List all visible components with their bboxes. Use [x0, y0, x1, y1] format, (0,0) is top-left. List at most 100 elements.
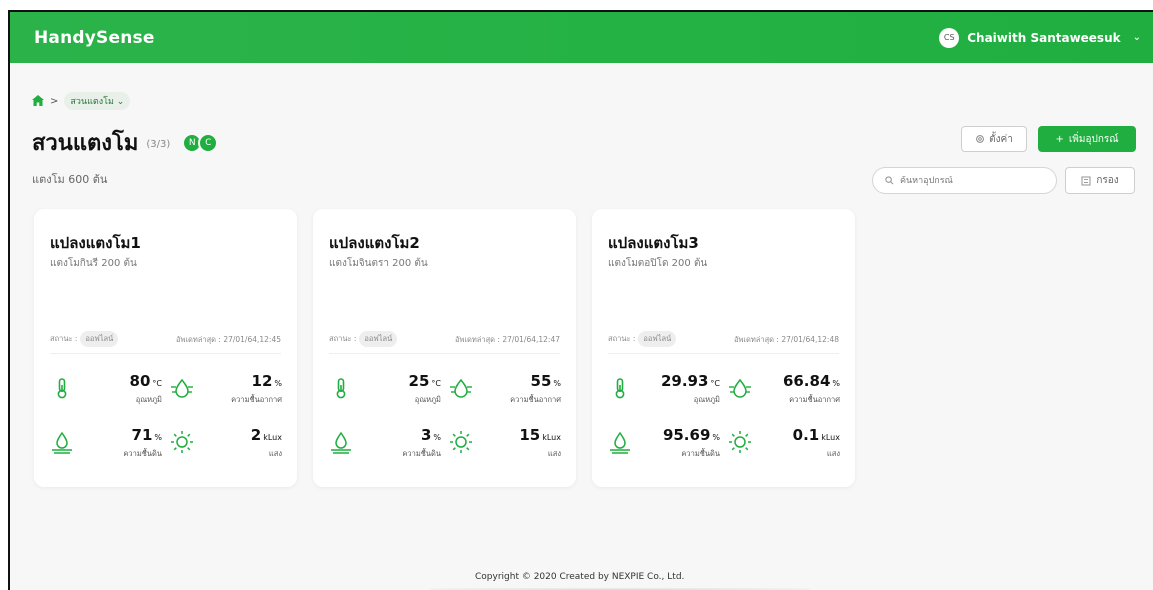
metric-light: 15 kLux แสง [449, 426, 561, 466]
device-status: สถานะ : ออฟไลน์ [329, 331, 398, 347]
air-humidity-unit: % [274, 379, 282, 388]
soil-moisture-unit: % [433, 433, 441, 442]
soil-moisture-value: 71% [132, 426, 162, 444]
light-number: 15 [519, 426, 541, 444]
soil-moisture-label: ความชื้นดิน [402, 449, 441, 458]
device-status: สถานะ : ออฟไลน์ [608, 331, 677, 347]
breadcrumb: > สวนแตงโม ⌄ [32, 92, 131, 110]
home-icon[interactable] [32, 95, 44, 107]
filter-label: กรอง [1096, 175, 1119, 186]
device-card[interactable]: แปลงแตงโม2 แตงโมจินตรา 200 ต้น สถานะ : อ… [313, 209, 576, 487]
device-subtitle: แตงโมตอปิโด 200 ต้น [608, 258, 708, 269]
temperature-value: 29.93 °C [661, 372, 720, 390]
soil-moisture-value: 95.69% [663, 426, 720, 444]
soil-moisture-icon [610, 431, 630, 454]
metric-soil-moisture: 71% ความชื้นดิน [50, 426, 162, 466]
card-divider [329, 353, 560, 354]
metric-temperature: 25 °C อุณหภูมิ [329, 372, 441, 412]
air-humidity-number: 12 [251, 372, 273, 390]
plus-icon: + [1055, 133, 1064, 145]
temperature-label: อุณหภูมิ [414, 395, 441, 404]
light-unit: kLux [542, 433, 561, 442]
temperature-number: 25 [408, 372, 430, 390]
sun-icon [729, 431, 751, 453]
user-name[interactable]: Chaiwith Santaweesuk [967, 31, 1120, 45]
metric-temperature: 29.93 °C อุณหภูมิ [608, 372, 720, 412]
air-humidity-label: ความชื้นอากาศ [510, 395, 561, 404]
last-updated: อัพเดทล่าสุด : 27/01/64,12:48 [733, 335, 839, 344]
status-dot-c: C [198, 132, 219, 153]
air-humidity-value: 12% [252, 372, 282, 390]
metric-temperature: 80 °C อุณหภูมิ [50, 372, 162, 412]
light-unit: kLux [263, 433, 282, 442]
status-badge: ออฟไลน์ [638, 331, 677, 347]
footer-copyright: Copyright © 2020 Created by NEXPIE Co., … [475, 572, 685, 582]
device-card[interactable]: แปลงแตงโม1 แตงโมกินรี 200 ต้น สถานะ : ออ… [34, 209, 297, 487]
device-title: แปลงแตงโม2 [329, 234, 420, 252]
breadcrumb-current[interactable]: สวนแตงโม ⌄ [64, 92, 131, 110]
gear-icon [976, 135, 985, 143]
temperature-value: 25 °C [409, 372, 441, 390]
last-updated: อัพเดทล่าสุด : 27/01/64,12:47 [454, 335, 560, 344]
card-divider [50, 353, 281, 354]
chevron-down-icon[interactable]: ⌄ [1133, 32, 1141, 43]
soil-moisture-value: 3% [421, 426, 441, 444]
air-humidity-icon [450, 378, 472, 398]
settings-button[interactable]: ตั้งค่า [961, 126, 1027, 152]
add-device-button[interactable]: + เพิ่มอุปกรณ์ [1038, 126, 1136, 152]
air-humidity-icon [729, 378, 751, 398]
device-title: แปลงแตงโม1 [50, 234, 141, 252]
soil-moisture-unit: % [154, 433, 162, 442]
air-humidity-number: 66.84 [782, 372, 831, 390]
device-subtitle: แตงโมจินตรา 200 ต้น [329, 258, 428, 269]
metric-soil-moisture: 3% ความชื้นดิน [329, 426, 441, 466]
device-card[interactable]: แปลงแตงโม3 แตงโมตอปิโด 200 ต้น สถานะ : อ… [592, 209, 855, 487]
device-title: แปลงแตงโม3 [608, 234, 699, 252]
light-number: 0.1 [792, 426, 820, 444]
filter-icon [1081, 176, 1091, 185]
chevron-down-icon: ⌄ [116, 97, 125, 107]
thermometer-icon [57, 378, 67, 399]
breadcrumb-current-label: สวนแตงโม [70, 97, 114, 107]
light-value: 2 kLux [251, 426, 282, 444]
metric-air-humidity: 66.84% ความชื้นอากาศ [728, 372, 840, 412]
light-label: แสง [826, 449, 840, 458]
air-humidity-icon [171, 378, 193, 398]
device-count: (3/3) [146, 139, 171, 150]
air-humidity-unit: % [553, 379, 561, 388]
thermometer-icon [336, 378, 346, 399]
status-dots: N C [182, 132, 219, 153]
thermometer-icon [615, 378, 625, 399]
status-label: สถานะ : [608, 334, 636, 343]
temperature-unit: °C [710, 379, 720, 388]
temperature-label: อุณหภูมิ [135, 395, 162, 404]
brand-logo[interactable]: HandySense [34, 28, 155, 48]
soil-moisture-label: ความชื้นดิน [123, 449, 162, 458]
metric-light: 0.1 kLux แสง [728, 426, 840, 466]
device-status: สถานะ : ออฟไลน์ [50, 331, 119, 347]
temperature-unit: °C [152, 379, 162, 388]
filter-button[interactable]: กรอง [1065, 167, 1135, 194]
status-badge: ออฟไลน์ [80, 331, 119, 347]
sun-icon [450, 431, 472, 453]
temperature-label: อุณหภูมิ [693, 395, 720, 404]
app-frame: HandySense CS Chaiwith Santaweesuk ⌄ > ส… [8, 10, 1153, 590]
metric-light: 2 kLux แสง [170, 426, 282, 466]
breadcrumb-separator: > [50, 95, 59, 107]
last-updated: อัพเดทล่าสุด : 27/01/64,12:45 [175, 335, 281, 344]
temperature-number: 29.93 [660, 372, 709, 390]
air-humidity-number: 55 [530, 372, 552, 390]
light-unit: kLux [821, 433, 840, 442]
temperature-unit: °C [431, 379, 441, 388]
soil-moisture-icon [52, 431, 72, 454]
status-badge: ออฟไลน์ [359, 331, 398, 347]
avatar[interactable]: CS [939, 27, 960, 48]
status-label: สถานะ : [50, 334, 78, 343]
page-title: สวนแตงโม [32, 131, 139, 156]
light-value: 0.1 kLux [793, 426, 840, 444]
user-menu[interactable]: CS Chaiwith Santaweesuk ⌄ [939, 27, 1141, 48]
soil-moisture-number: 3 [420, 426, 432, 444]
add-device-label: เพิ่มอุปกรณ์ [1068, 133, 1119, 145]
search-box[interactable] [872, 167, 1057, 194]
search-input[interactable] [900, 175, 1040, 186]
